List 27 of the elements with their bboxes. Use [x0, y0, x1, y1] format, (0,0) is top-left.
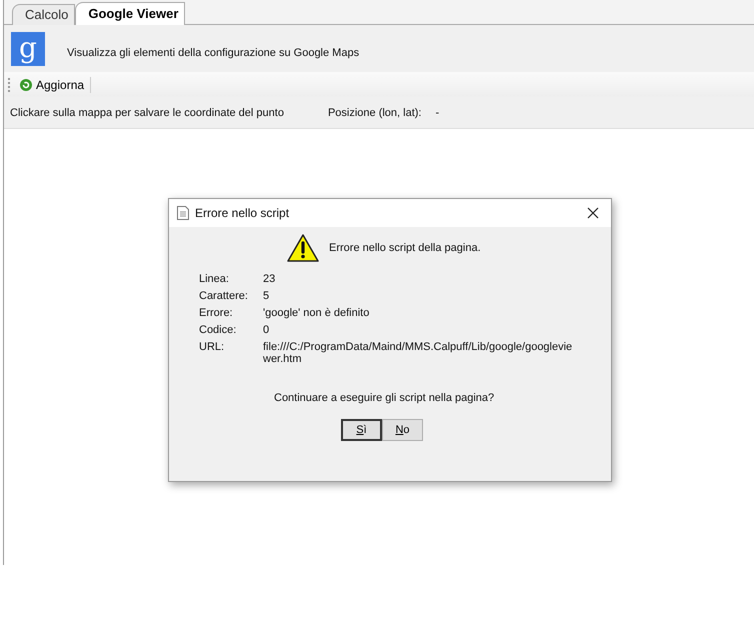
warning-icon: [287, 233, 319, 263]
close-icon: [587, 207, 599, 219]
logo-icon: g: [11, 32, 45, 66]
header-description: Visualizza gli elementi della configurazione su Google Maps: [67, 46, 360, 58]
detail-value: 'google' non è definito: [263, 307, 370, 319]
detail-value: 5: [263, 290, 270, 302]
tab[interactable]: Google Viewer: [75, 2, 186, 25]
dialog-button[interactable]: No: [382, 419, 423, 441]
detail-value: 23: [263, 273, 276, 285]
refresh-icon: [20, 78, 32, 90]
document-icon: [177, 206, 189, 220]
error-message: Errore nello script della pagina.: [329, 242, 481, 254]
position-label: Posizione (lon, lat):: [328, 106, 422, 118]
tab[interactable]: Calcolo: [12, 4, 76, 25]
detail-label: Linea:: [199, 273, 230, 285]
question-text: Continuare a eseguire gli script nella pagina?: [274, 392, 494, 404]
detail-value: file:///C:/ProgramData/Maind/MMS.Calpuff/Lib/google/googleviewer.htm: [263, 341, 573, 365]
dialog-button[interactable]: Sì: [341, 419, 382, 441]
hint-text: Clickare sulla mappa per salvare le coordinate del punto: [10, 106, 284, 118]
detail-label: Errore:: [199, 307, 234, 319]
detail-value: 0: [263, 324, 270, 336]
detail-label: Codice:: [199, 324, 238, 336]
detail-label: URL:: [199, 341, 226, 355]
dialog-title: Errore nello script: [195, 206, 290, 220]
refresh-button[interactable]: Aggiorna: [16, 78, 88, 92]
detail-label: Carattere:: [199, 290, 249, 302]
position-value: -: [435, 106, 440, 118]
